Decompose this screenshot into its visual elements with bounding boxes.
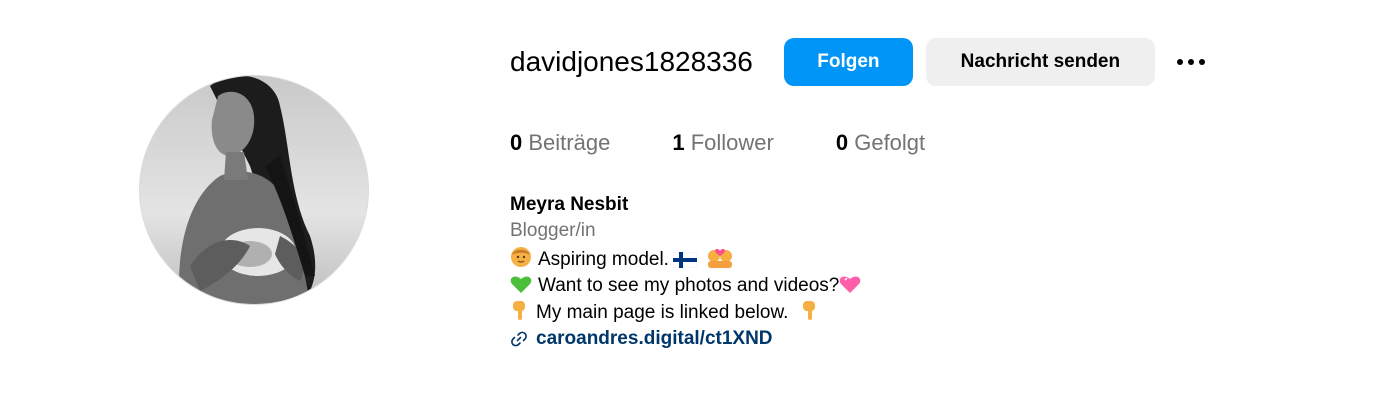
bio-line-1: Aspiring model.	[510, 244, 861, 273]
profile-avatar[interactable]	[140, 76, 368, 304]
bio-line-1-text: Aspiring model.	[538, 249, 669, 270]
profile-header: davidjones1828336 Folgen Nachricht sende…	[510, 38, 1207, 86]
followers-stat[interactable]: 1 Follower	[672, 130, 774, 156]
posts-label: Beiträge	[528, 130, 611, 155]
profile-stats: 0 Beiträge 1 Follower 0 Gefolgt	[510, 130, 987, 156]
bio-line-2-text: Want to see my photos and videos?	[538, 275, 840, 296]
bio-link[interactable]: caroandres.digital/ct1XND	[510, 326, 861, 352]
person-emoji-icon	[511, 247, 531, 267]
following-label: Gefolgt	[854, 130, 926, 155]
bio-line-3: My main page is linked below.	[510, 299, 861, 326]
posts-count: 0	[510, 130, 523, 155]
pink-heart-icon	[840, 276, 861, 293]
more-options-icon[interactable]	[1175, 38, 1207, 86]
pointing-down-icon	[803, 301, 816, 320]
link-icon	[511, 331, 527, 347]
following-stat[interactable]: 0 Gefolgt	[836, 130, 925, 156]
dot-icon	[1198, 59, 1205, 65]
following-count: 0	[835, 130, 849, 155]
follow-button[interactable]: Folgen	[783, 38, 913, 86]
couple-heart-emoji-icon	[707, 248, 732, 268]
bio-line-2: Want to see my photos and videos?	[510, 273, 861, 299]
dot-icon	[1176, 59, 1183, 65]
followers-label: Follower	[690, 130, 774, 155]
avatar-photo	[140, 76, 368, 304]
posts-stat[interactable]: 0 Beiträge	[510, 130, 610, 156]
bio-link-text[interactable]: caroandres.digital/ct1XND	[536, 326, 773, 352]
send-message-button[interactable]: Nachricht senden	[925, 38, 1155, 86]
category-label: Blogger/in	[510, 220, 596, 241]
dot-icon	[1187, 59, 1194, 65]
username: davidjones1828336	[510, 46, 753, 77]
pointing-down-icon	[513, 301, 525, 320]
finland-flag-icon	[672, 252, 697, 268]
profile-actions-row: davidjones1828336 Folgen Nachricht sende…	[510, 38, 1207, 86]
profile-bio: Meyra Nesbit Blogger/in Aspiring model. …	[510, 192, 861, 352]
bio-line-3-text: My main page is linked below.	[536, 302, 789, 323]
display-name: Meyra Nesbit	[510, 194, 629, 215]
green-heart-icon	[510, 276, 532, 293]
followers-count: 1	[672, 130, 685, 155]
